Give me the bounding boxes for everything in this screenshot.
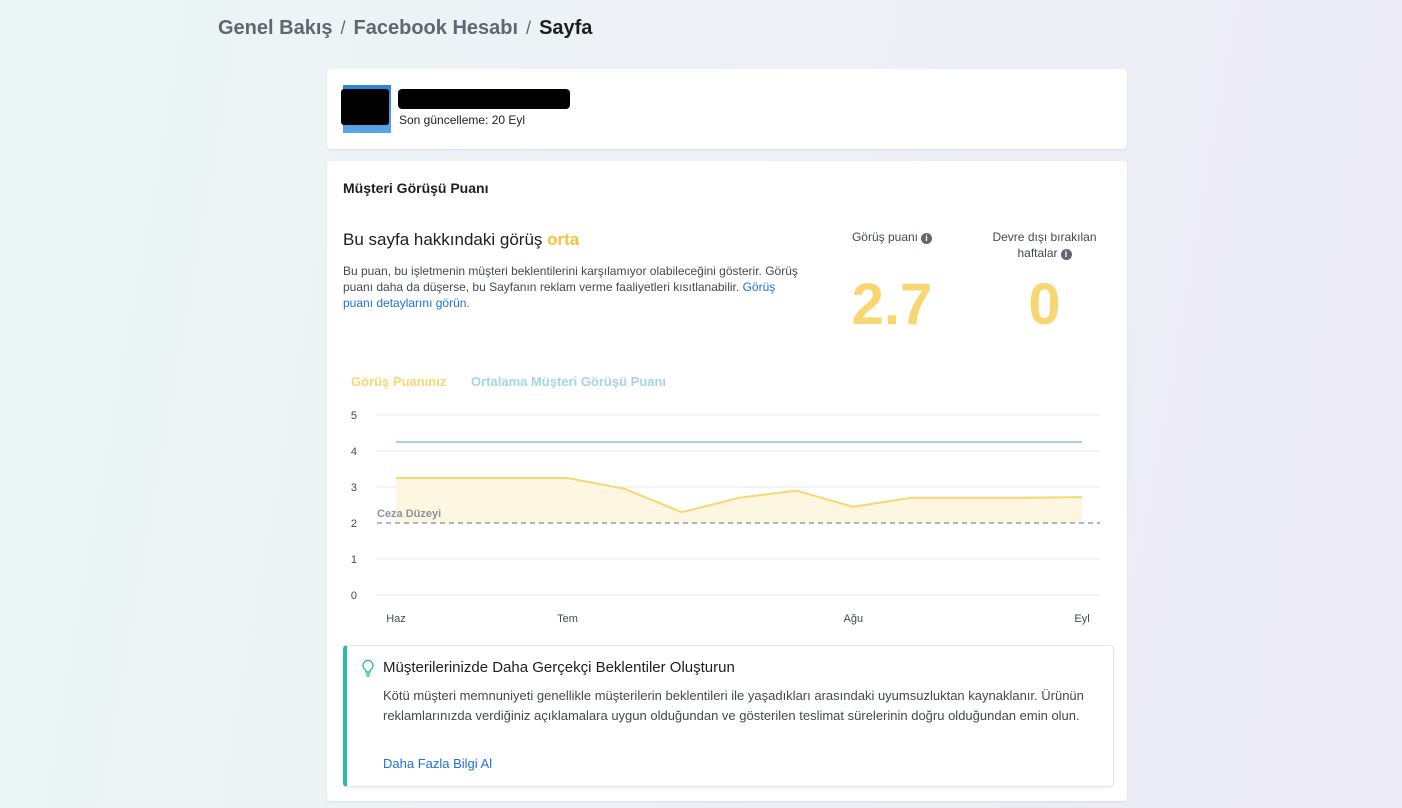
disabled-weeks-label: Devre dışı bırakılan haftalar i <box>982 229 1107 261</box>
disabled-weeks-value: 0 <box>1028 272 1061 337</box>
breadcrumb-overview[interactable]: Genel Bakış <box>218 17 333 40</box>
learn-more-link[interactable]: Daha Fazla Bilgi Al <box>383 756 492 771</box>
headline-text: Bu sayfa hakkındaki görüş <box>343 230 543 249</box>
y-tick-label: 5 <box>351 410 357 422</box>
feedback-description: Bu puan, bu işletmenin müşteri beklentil… <box>343 263 803 311</box>
feedback-score-card: Müşteri Görüşü Puanı Bu sayfa hakkındaki… <box>327 161 1127 801</box>
legend-your-score[interactable]: Görüş Puanınız <box>351 374 446 389</box>
feedback-score-chart: 0 1 2 3 4 5 Ceza Düzeyi Haz Tem Ağu Eyl <box>351 410 1100 625</box>
y-tick-label: 4 <box>351 446 357 458</box>
page-name-redacted <box>398 89 570 109</box>
tip-box: Müşterilerinizde Daha Gerçekçi Beklentil… <box>343 645 1114 787</box>
x-tick-label: Ağu <box>844 613 864 625</box>
breadcrumb-separator: / <box>526 18 532 38</box>
feedback-level: orta <box>547 230 580 249</box>
breadcrumb-separator: / <box>340 18 346 38</box>
info-icon[interactable]: i <box>1060 249 1072 260</box>
x-tick-label: Haz <box>386 613 406 625</box>
redaction-block <box>341 89 389 125</box>
feedback-headline: Bu sayfa hakkındaki görüş orta <box>343 230 579 250</box>
breadcrumb-page: Sayfa <box>539 17 593 39</box>
legend-average-score[interactable]: Ortalama Müşteri Görüşü Puanı <box>471 374 666 389</box>
tip-body: Kötü müşteri memnuniyeti genellikle müşt… <box>383 688 1084 723</box>
x-tick-label: Eyl <box>1074 613 1089 625</box>
lightbulb-icon <box>362 659 374 677</box>
y-tick-label: 0 <box>351 590 357 602</box>
score-value: 2.7 <box>851 272 933 337</box>
info-icon[interactable]: i <box>921 233 933 244</box>
disabled-weeks-label-line1: Devre dışı bırakılan <box>992 230 1097 244</box>
y-tick-label: 3 <box>351 482 357 494</box>
disabled-weeks-label-line2: haftalar <box>1017 246 1058 260</box>
y-tick-label: 1 <box>351 554 357 566</box>
tip-title: Müşterilerinizde Daha Gerçekçi Beklentil… <box>383 659 735 676</box>
y-tick-label: 2 <box>351 518 357 530</box>
score-label-text: Görüş puanı <box>851 230 919 244</box>
page-info-card: Son güncelleme: 20 Eyl <box>327 69 1127 149</box>
section-title: Müşteri Görüşü Puanı <box>343 180 489 196</box>
score-area <box>396 478 1082 523</box>
breadcrumb-facebook-account[interactable]: Facebook Hesabı <box>354 17 519 40</box>
penalty-threshold-label: Ceza Düzeyi <box>377 508 441 520</box>
breadcrumb: Genel Bakış / Facebook Hesabı / Sayfa <box>218 17 592 40</box>
score-label: Görüş puanı i <box>832 229 952 245</box>
description-text: Bu puan, bu işletmenin müşteri beklentil… <box>343 264 798 294</box>
last-updated-text: Son güncelleme: 20 Eyl <box>399 113 526 127</box>
x-tick-label: Tem <box>557 613 578 625</box>
